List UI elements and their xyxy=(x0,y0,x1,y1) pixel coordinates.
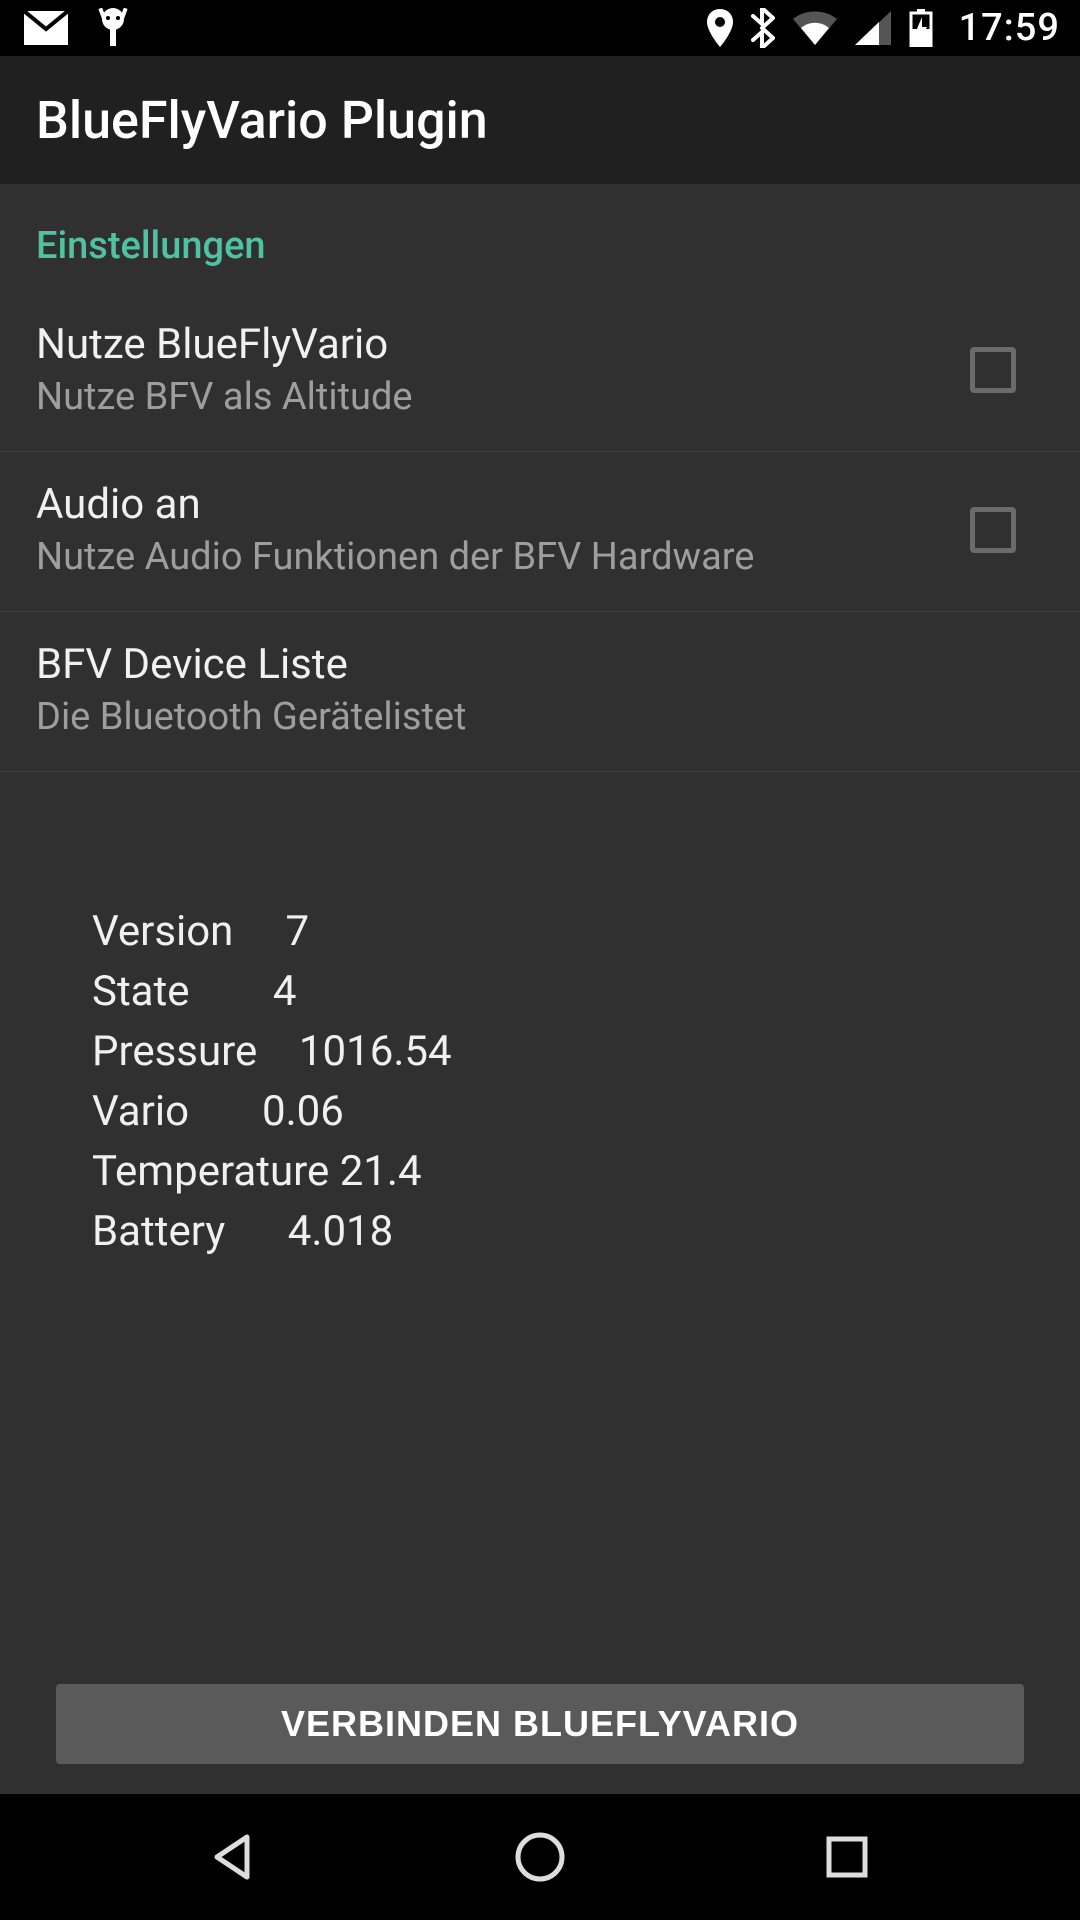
pref-text: BFV Device Liste Die Bluetooth Gerätelis… xyxy=(36,640,1044,739)
info-version-value: 7 xyxy=(285,907,309,956)
info-version-label: Version xyxy=(92,907,233,956)
bluetooth-icon xyxy=(751,8,775,48)
info-vario-label: Vario xyxy=(92,1087,189,1136)
info-state-value: 4 xyxy=(273,967,297,1016)
status-clock: 17:59 xyxy=(959,6,1060,50)
pref-subtitle: Nutze Audio Funktionen der BFV Hardware xyxy=(36,535,946,579)
checkbox-use-blueflyvario[interactable] xyxy=(970,347,1016,393)
pref-audio-on[interactable]: Audio an Nutze Audio Funktionen der BFV … xyxy=(0,452,1080,612)
nav-recent-button[interactable] xyxy=(811,1821,883,1893)
info-temperature-value: 21.4 xyxy=(340,1147,422,1196)
pref-use-blueflyvario[interactable]: Nutze BlueFlyVario Nutze BFV als Altitud… xyxy=(0,292,1080,452)
info-state-label: State xyxy=(92,967,190,1016)
pref-subtitle: Nutze BFV als Altitude xyxy=(36,375,946,419)
app-bar: BlueFlyVario Plugin xyxy=(0,56,1080,184)
nav-back-button[interactable] xyxy=(197,1821,269,1893)
pref-title: Nutze BlueFlyVario xyxy=(36,320,946,369)
info-battery-row: Battery 4.018 xyxy=(92,1202,1080,1262)
android-debug-icon xyxy=(98,8,128,48)
section-label-settings: Einstellungen xyxy=(0,184,1080,292)
content-area: Einstellungen Nutze BlueFlyVario Nutze B… xyxy=(0,184,1080,1794)
info-temperature-label: Temperature xyxy=(92,1147,329,1196)
info-vario-row: Vario 0.06 xyxy=(92,1082,1080,1142)
info-vario-value: 0.06 xyxy=(262,1087,344,1136)
info-pressure-row: Pressure 1016.54 xyxy=(92,1022,1080,1082)
info-battery-label: Battery xyxy=(92,1207,225,1256)
info-battery-value: 4.018 xyxy=(288,1207,394,1256)
app-title: BlueFlyVario Plugin xyxy=(36,90,488,151)
screen: 17:59 BlueFlyVario Plugin Einstellungen … xyxy=(0,0,1080,1920)
navigation-bar xyxy=(0,1794,1080,1920)
pref-text: Audio an Nutze Audio Funktionen der BFV … xyxy=(36,480,946,579)
connect-button-wrap: VERBINDEN BLUEFLYVARIO xyxy=(0,1684,1080,1764)
signal-icon xyxy=(855,11,891,45)
pref-subtitle: Die Bluetooth Gerätelistet xyxy=(36,695,1044,739)
info-temperature-row: Temperature 21.4 xyxy=(92,1142,1080,1202)
info-pressure-value: 1016.54 xyxy=(299,1027,452,1076)
wifi-icon xyxy=(793,11,837,45)
pref-bfv-device-list[interactable]: BFV Device Liste Die Bluetooth Gerätelis… xyxy=(0,612,1080,772)
device-info-block: Version 7 State 4 Pressure 1016.54 Vario… xyxy=(0,772,1080,1262)
battery-charging-icon xyxy=(909,9,933,47)
info-pressure-label: Pressure xyxy=(92,1027,257,1076)
connect-button[interactable]: VERBINDEN BLUEFLYVARIO xyxy=(56,1684,1024,1764)
info-version-row: Version 7 xyxy=(92,902,1080,962)
status-right: 17:59 xyxy=(707,6,1060,50)
mail-icon xyxy=(24,11,68,45)
location-icon xyxy=(707,9,733,47)
status-bar: 17:59 xyxy=(0,0,1080,56)
checkbox-audio-on[interactable] xyxy=(970,507,1016,553)
nav-home-button[interactable] xyxy=(504,1821,576,1893)
status-left xyxy=(24,8,128,48)
pref-title: Audio an xyxy=(36,480,946,529)
info-state-row: State 4 xyxy=(92,962,1080,1022)
pref-title: BFV Device Liste xyxy=(36,640,1044,689)
pref-text: Nutze BlueFlyVario Nutze BFV als Altitud… xyxy=(36,320,946,419)
